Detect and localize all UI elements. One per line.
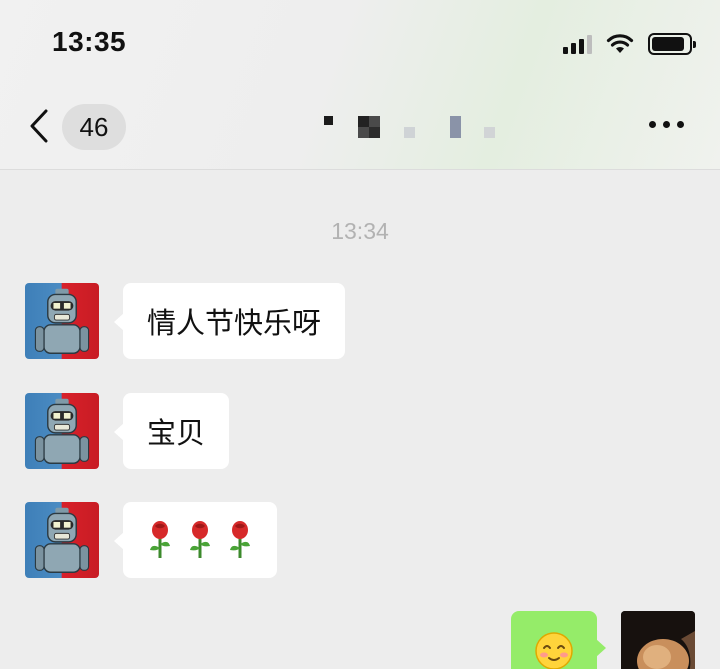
message-bubble[interactable]: 情人节快乐呀 — [113, 283, 346, 359]
my-avatar[interactable] — [621, 611, 695, 669]
signal-icon — [563, 34, 592, 54]
message-text: 宝贝 — [147, 416, 206, 450]
battery-icon — [648, 33, 696, 55]
unread-count-badge[interactable]: 46 — [62, 104, 126, 150]
wifi-icon — [606, 34, 634, 53]
robot-avatar-icon — [34, 507, 90, 573]
contact-avatar[interactable] — [25, 283, 99, 359]
cat-avatar-icon — [621, 611, 695, 669]
contact-avatar[interactable] — [25, 502, 99, 578]
emoji-group — [147, 520, 253, 560]
back-button[interactable] — [28, 106, 56, 146]
ellipsis-icon-dot — [649, 121, 656, 128]
battery-fill — [652, 37, 685, 51]
status-time: 13:35 — [52, 26, 127, 57]
contact-name-pixelated — [320, 114, 500, 140]
message-text: 情人节快乐呀 — [147, 306, 322, 340]
rose-emoji-icon — [150, 521, 170, 558]
ellipsis-icon-dot — [663, 121, 670, 128]
smiling-face-emoji-icon — [535, 632, 573, 669]
message-bubble[interactable] — [114, 502, 277, 578]
more-options-button[interactable] — [649, 121, 684, 128]
rose-emoji-icon — [230, 521, 250, 558]
chat-timestamp: 13:34 — [331, 218, 389, 244]
ellipsis-icon-dot — [677, 121, 684, 128]
robot-avatar-icon — [34, 398, 90, 464]
top-bar: 13:35 46 — [0, 0, 720, 170]
chevron-left-icon — [30, 109, 48, 143]
status-icons — [563, 32, 696, 56]
robot-avatar-icon — [34, 288, 90, 354]
contact-avatar[interactable] — [25, 393, 99, 469]
message-bubble[interactable]: 宝贝 — [113, 393, 230, 469]
message-bubble-outgoing[interactable] — [511, 611, 606, 669]
rose-emoji-icon — [190, 521, 210, 558]
